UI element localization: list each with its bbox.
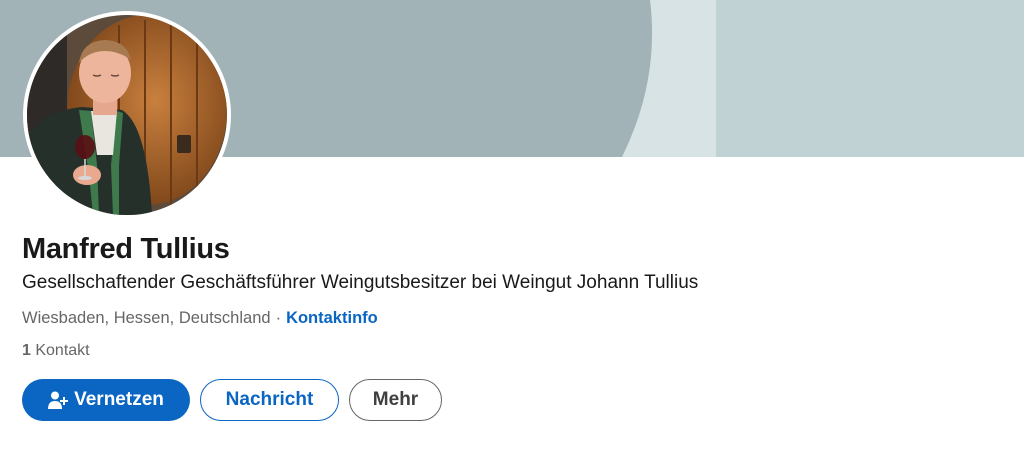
profile-headline: Gesellschaftender Geschäftsführer Weingu…	[22, 272, 699, 293]
more-button[interactable]: Mehr	[349, 379, 442, 421]
profile-name: Manfred Tullius	[22, 233, 230, 265]
person-add-icon	[48, 391, 69, 409]
message-button[interactable]: Nachricht	[200, 379, 339, 421]
connections-number: 1	[22, 342, 31, 359]
contact-info-link[interactable]: Kontaktinfo	[286, 309, 378, 327]
message-label: Nachricht	[225, 389, 314, 410]
location-separator: ·	[275, 309, 282, 327]
profile-location: Wiesbaden, Hessen, Deutschland	[22, 309, 271, 327]
avatar[interactable]	[23, 11, 231, 219]
profile-photo	[27, 15, 227, 215]
more-label: Mehr	[372, 389, 419, 410]
connections-label: Kontakt	[35, 342, 90, 359]
location-row: Wiesbaden, Hessen, Deutschland · Kontaktin…	[22, 309, 378, 328]
profile-actions: Vernetzen Nachricht Mehr	[22, 379, 442, 421]
connections-count[interactable]: 1 Kontakt	[22, 342, 90, 360]
connect-label: Vernetzen	[74, 389, 164, 410]
connect-button[interactable]: Vernetzen	[22, 379, 190, 421]
profile-card: Manfred Tullius Gesellschaftender Geschä…	[0, 0, 1024, 450]
